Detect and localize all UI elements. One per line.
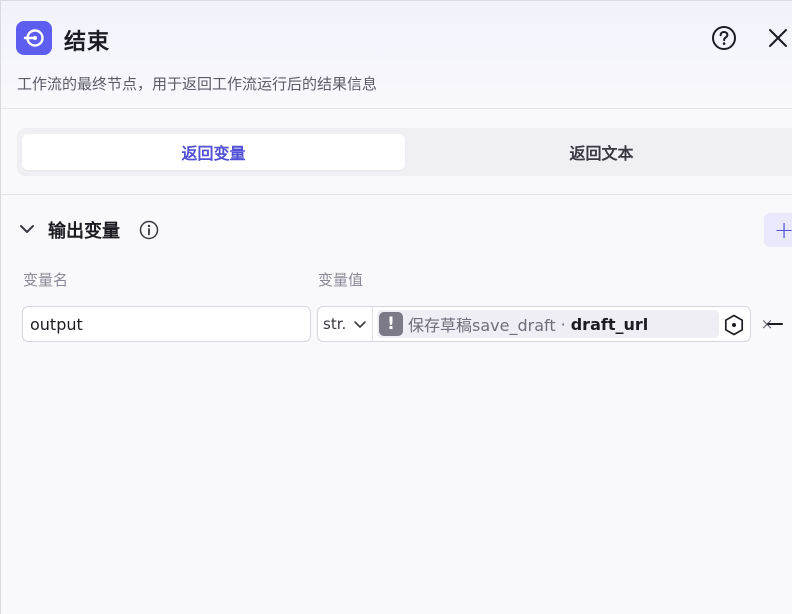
remove-variable-button[interactable]: [763, 312, 787, 336]
reference-field-name: draft_url: [570, 314, 649, 334]
column-label-value: 变量值: [318, 271, 364, 289]
end-node-panel: 结束 工作流的最终节点，用于返回工作流运行后的结果信息 返回变量 返回文本 输出…: [0, 0, 792, 614]
page-title: 结束: [64, 30, 111, 55]
tabs-area: 返回变量 返回文本: [1, 109, 792, 195]
variable-reference-tag[interactable]: ! 保存草稿save_draft · draft_url ×: [377, 310, 773, 338]
type-select[interactable]: str.: [318, 307, 373, 341]
output-section-header: 输出变量 +: [17, 213, 792, 247]
tab-return-variables[interactable]: 返回变量: [22, 134, 405, 170]
panel-header: 结束 工作流的最终节点，用于返回工作流运行后的结果信息: [1, 1, 792, 109]
help-button[interactable]: [711, 25, 737, 51]
question-circle-icon: [712, 26, 736, 50]
section-title: 输出变量: [48, 221, 120, 242]
add-variable-button[interactable]: +: [764, 213, 792, 247]
node-description: 工作流的最终节点，用于返回工作流运行后的结果信息: [17, 75, 378, 93]
tab-switcher: 返回变量 返回文本: [17, 128, 792, 176]
minus-icon: [767, 323, 783, 325]
chevron-down-icon: [354, 321, 366, 328]
warning-icon: !: [379, 312, 403, 336]
reference-separator: ·: [560, 314, 566, 334]
column-label-name: 变量名: [23, 271, 69, 289]
tab-return-text[interactable]: 返回文本: [409, 134, 792, 170]
close-button[interactable]: [765, 25, 791, 51]
chevron-down-icon[interactable]: [17, 219, 37, 239]
type-select-value: str.: [323, 315, 347, 333]
variable-value-field: str. ! 保存草稿save_draft · draft_url ×: [317, 306, 773, 342]
variable-name-input[interactable]: [22, 306, 311, 342]
info-icon[interactable]: [139, 220, 159, 240]
close-icon: [769, 29, 787, 47]
end-node-icon: [16, 21, 52, 55]
variable-picker-icon[interactable]: [723, 314, 745, 336]
reference-node-name: 保存草稿save_draft: [408, 316, 556, 335]
